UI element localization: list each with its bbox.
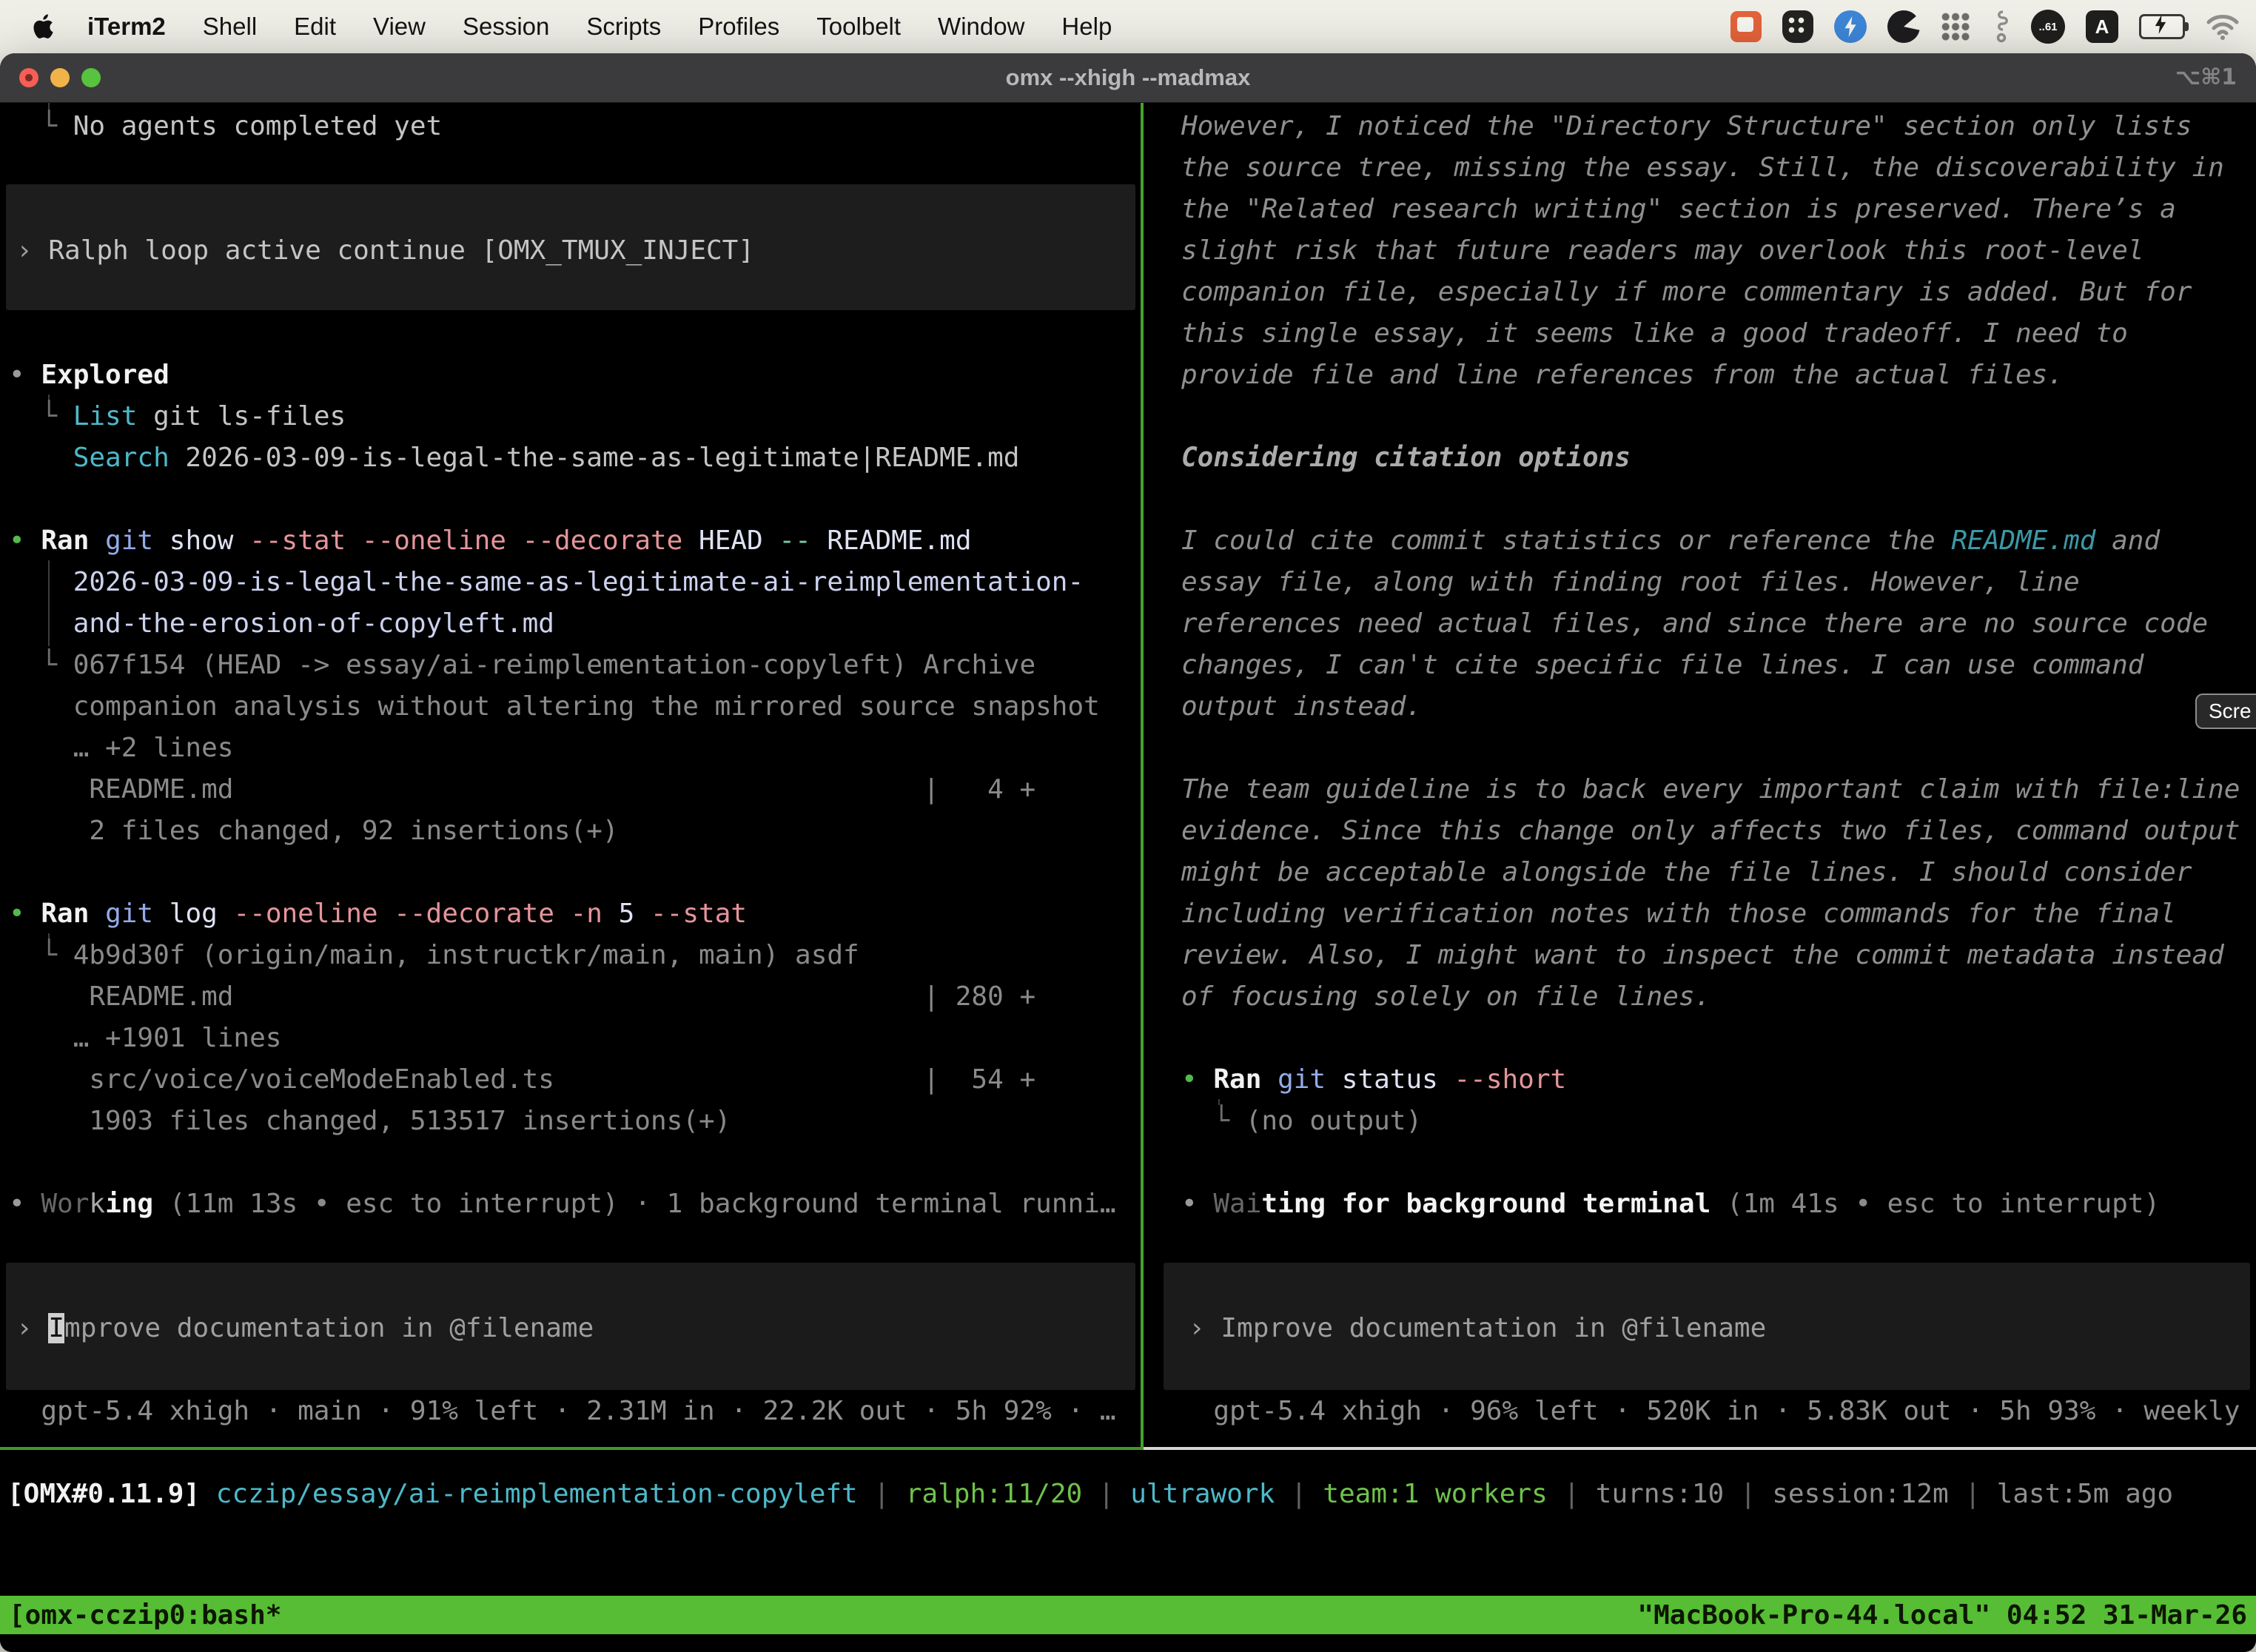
- menu-item-shell[interactable]: Shell: [203, 13, 257, 40]
- terminal-line: including verification notes with those …: [1181, 893, 2256, 935]
- menu-item-session[interactable]: Session: [463, 13, 549, 40]
- terminal-line: provide file and line references from th…: [1181, 355, 2256, 396]
- terminal-line: └ No agents completed yet: [9, 106, 1140, 147]
- window-title: omx --xhigh --madmax: [0, 53, 2256, 102]
- ralph-banner-line: › Ralph loop active continue [OMX_TMUX_I…: [16, 230, 1140, 272]
- tmux-host-time-label: "MacBook-Pro-44.local" 04:52 31-Mar-26: [1637, 1600, 2247, 1631]
- terminal-line: 2026-03-09-is-legal-the-same-as-legitima…: [9, 562, 1140, 603]
- right-input-text[interactable]: › Improve documentation in @filename: [1189, 1308, 2256, 1349]
- terminal-line: • Explored: [9, 355, 1140, 396]
- input-source-icon[interactable]: A: [2086, 10, 2118, 43]
- terminal-line: I could cite commit statistics or refere…: [1181, 520, 2256, 562]
- menu-bar: iTerm2 Shell Edit View Session Scripts Profil…: [0, 0, 2256, 53]
- terminal-line: the source tree, missing the essay. Stil…: [1181, 147, 2256, 189]
- terminal-line: • Ran git show --stat --oneline --decora…: [9, 520, 1140, 562]
- menu-item-toolbelt[interactable]: Toolbelt: [816, 13, 901, 40]
- right-model-status: gpt-5.4 xhigh · 96% left · 520K in · 5.8…: [1181, 1391, 2256, 1432]
- omx-status-line: [OMX#0.11.9] cczip/essay/ai-reimplementa…: [7, 1474, 2256, 1515]
- menu-item-profiles[interactable]: Profiles: [698, 13, 779, 40]
- terminal-line: └ (no output): [1181, 1101, 2256, 1142]
- menu-item-window[interactable]: Window: [938, 13, 1024, 40]
- menu-item-iterm2[interactable]: iTerm2: [87, 13, 166, 41]
- terminal-line: this single essay, it seems like a good …: [1181, 313, 2256, 355]
- terminal-line: evidence. Since this change only affects…: [1181, 810, 2256, 852]
- text-cursor: I: [48, 1313, 64, 1343]
- left-pane: └ No agents completed yet › Ralph loop ac…: [0, 103, 1140, 1447]
- terminal-line: src/voice/voiceModeEnabled.ts | 54 +: [9, 1059, 1140, 1101]
- battery-charging-icon[interactable]: [2139, 14, 2185, 39]
- terminal-line: companion file, especially if more comme…: [1181, 272, 2256, 313]
- menu-item-edit[interactable]: Edit: [294, 13, 336, 40]
- left-model-status: gpt-5.4 xhigh · main · 91% left · 2.31M …: [9, 1391, 1140, 1432]
- terminal-line: • Ran git log --oneline --decorate -n 5 …: [9, 893, 1140, 935]
- tmux-session-label: [omx-cczip0:bash*: [9, 1600, 281, 1631]
- terminal-line: └ List git ls-files: [9, 396, 1140, 437]
- terminal-line: review. Also, I might want to inspect th…: [1181, 935, 2256, 976]
- apple-menu-icon[interactable]: [33, 12, 58, 41]
- terminal-line: of focusing solely on file lines.: [1181, 976, 2256, 1018]
- terminal-line: Search 2026-03-09-is-legal-the-same-as-l…: [9, 437, 1140, 479]
- passwords-icon[interactable]: [1782, 10, 1813, 43]
- menu-item-view[interactable]: View: [373, 13, 426, 40]
- menu-item-help[interactable]: Help: [1061, 13, 1112, 40]
- terminal-line: • Working (11m 13s • esc to interrupt) ·…: [9, 1183, 1140, 1225]
- hook-icon[interactable]: [1991, 10, 2010, 44]
- terminal-line: … +2 lines: [9, 728, 1140, 769]
- left-input-text[interactable]: › Improve documentation in @filename: [16, 1308, 1140, 1349]
- terminal-line: … +1901 lines: [9, 1018, 1140, 1059]
- menu-status-icons: ..61 A: [1710, 0, 2240, 53]
- terminal-line: changes, I can't cite specific file line…: [1181, 645, 2256, 686]
- terminal-line: └ 067f154 (HEAD -> essay/ai-reimplementa…: [9, 645, 1140, 686]
- verified-badge-icon[interactable]: [1834, 10, 1867, 43]
- terminal-line: README.md | 280 +: [9, 976, 1140, 1018]
- terminal-line: • Waiting for background terminal (1m 41…: [1181, 1183, 2256, 1225]
- pane-bottom-border-left: [0, 1447, 1144, 1450]
- dots-grid-icon[interactable]: [1941, 12, 1970, 41]
- terminal-line: └ 4b9d30f (origin/main, instructkr/main,…: [9, 935, 1140, 976]
- terminal-line: 2 files changed, 92 insertions(+): [9, 810, 1140, 852]
- terminal-line: 1903 files changed, 513517 insertions(+): [9, 1101, 1140, 1142]
- terminal-line: output instead.: [1181, 686, 2256, 728]
- terminal-line: companion analysis without altering the …: [9, 686, 1140, 728]
- menu-item-scripts[interactable]: Scripts: [586, 13, 661, 40]
- screen-overlay-button[interactable]: Scre: [2195, 694, 2256, 729]
- tmux-status-bar: [omx-cczip0:bash* "MacBook-Pro-44.local"…: [0, 1596, 2256, 1634]
- screen-overlay-label: Scre: [2209, 699, 2252, 723]
- terminal-window: omx --xhigh --madmax ⌥⌘1 └ No agents com…: [0, 53, 2256, 1652]
- terminal-line: slight risk that future readers may over…: [1181, 230, 2256, 272]
- pane-divider[interactable]: [1141, 103, 1144, 1448]
- screen-share-icon[interactable]: [1730, 11, 1762, 42]
- title-bar[interactable]: omx --xhigh --madmax ⌥⌘1: [0, 53, 2256, 103]
- terminal-line: The team guideline is to back every impo…: [1181, 769, 2256, 810]
- battery-percent-badge-icon[interactable]: ..61: [2031, 10, 2065, 44]
- terminal-line: essay file, along with finding root file…: [1181, 562, 2256, 603]
- right-pane: However, I noticed the "Directory Struct…: [1155, 103, 2256, 1447]
- reasoning-heading: Considering citation options: [1181, 437, 2256, 479]
- terminal-line: the "Related research writing" section i…: [1181, 189, 2256, 230]
- terminal-line: and-the-erosion-of-copyleft.md: [9, 603, 1140, 645]
- terminal-line: However, I noticed the "Directory Struct…: [1181, 106, 2256, 147]
- wifi-icon[interactable]: [2206, 12, 2240, 41]
- terminal-line: references need actual files, and since …: [1181, 603, 2256, 645]
- window-shortcut-hint: ⌥⌘1: [2175, 53, 2237, 102]
- terminal-line: • Ran git status --short: [1181, 1059, 2256, 1101]
- keyboard-layout-icon[interactable]: [1887, 10, 1920, 43]
- terminal-content: └ No agents completed yet › Ralph loop ac…: [0, 103, 2256, 1652]
- pane-bottom-border-right: [1144, 1447, 2256, 1450]
- terminal-line: might be acceptable alongside the file l…: [1181, 852, 2256, 893]
- terminal-line: README.md | 4 +: [9, 769, 1140, 810]
